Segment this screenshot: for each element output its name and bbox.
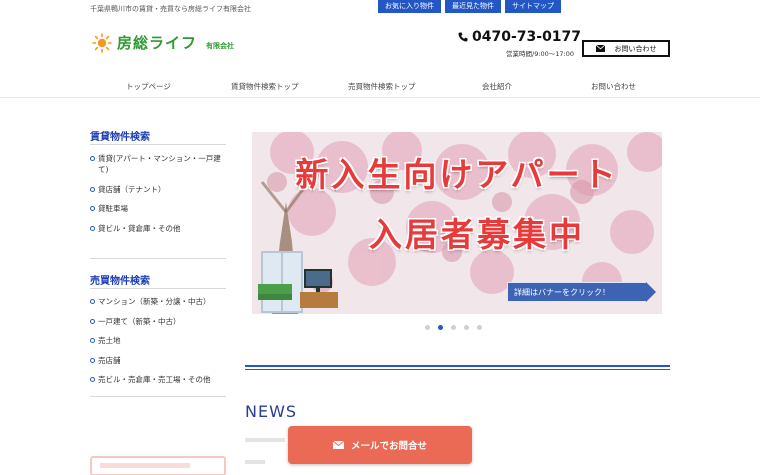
sitemap-link[interactable]: サイトマップ [505,0,561,13]
sale-search-title: 売買物件検索 [90,276,150,287]
faded-banner-bar [100,463,190,468]
logo-subtext: 有限会社 [206,41,235,50]
sun-icon [92,32,112,53]
recently-viewed-link[interactable]: 最近見た物件 [445,0,501,13]
sale-item-land[interactable]: 売土地 [90,335,230,346]
rental-item-residential[interactable]: 賃貸(アパート・マンション・一戸建て) [90,153,230,175]
contact-button-label: お問い合わせ [614,44,657,53]
news-heading: NEWS [245,402,298,421]
banner-headline-1: 新入生向けアパート [295,155,619,194]
carousel-dot-1[interactable] [425,325,430,330]
page: 千葉県鴨川市の賃貸・売買なら房総ライフ有限会社 お気に入り物件 最近見た物件 サ… [0,0,760,475]
news-faded-line [245,460,265,464]
banner-headline-2: 入居者募集中 [369,215,585,254]
favorites-link[interactable]: お気に入り物件 [378,0,441,13]
nav-top[interactable]: トップページ [126,81,171,92]
carousel-dot-2[interactable] [438,325,443,330]
carousel-dot-3[interactable] [451,325,456,330]
phone-icon [458,32,468,42]
rental-item-tenant[interactable]: 貸店舗（テナント） [90,184,230,195]
section-divider-thin [245,369,670,370]
quicklinks-bar: お気に入り物件 最近見た物件 サイトマップ [378,0,561,13]
sale-item-store[interactable]: 売店舗 [90,355,230,366]
mail-button-label: メールでお問合せ [350,441,427,452]
site-tagline: 千葉県鴨川市の賃貸・売買なら房総ライフ有限会社 [90,5,251,13]
sale-item-other[interactable]: 売ビル・売倉庫・売工場・その他 [90,374,230,385]
rental-search-title: 賃貸物件検索 [90,132,150,143]
envelope-icon [332,441,344,449]
divider [90,396,226,397]
sale-item-house[interactable]: 一戸建て（新築・中古） [90,316,230,327]
contact-button[interactable]: お問い合わせ [582,40,670,57]
divider [90,258,226,259]
hero-banner[interactable]: 新入生向けアパート 入居者募集中 詳細はバナーをクリック！ [252,132,662,314]
carousel-dot-4[interactable] [464,325,469,330]
phone-number[interactable]: 0470-73-0177 [458,29,581,45]
mail-icon [595,45,605,52]
banner-cta[interactable]: 詳細はバナーをクリック！ [507,282,656,302]
logo-text: 房総ライフ [117,34,198,52]
carousel-dot-5[interactable] [477,325,482,330]
sale-item-mansion[interactable]: マンション（新築・分譲・中古） [90,296,230,307]
nav-sale-search[interactable]: 売買物件検索トップ [348,81,416,92]
divider [90,144,226,145]
mail-inquiry-button[interactable]: メールでお問合せ [288,426,472,464]
rental-item-other[interactable]: 貸ビル・貸倉庫・その他 [90,223,230,234]
site-logo[interactable]: 房総ライフ 有限会社 [92,32,234,53]
business-hours: 営業時間/9:00〜17:00 [506,50,575,58]
nav-company[interactable]: 会社紹介 [482,81,512,92]
divider [90,288,226,289]
sidebar-faded-banner[interactable] [90,456,226,475]
rental-category-list: 賃貸(アパート・マンション・一戸建て) 貸店舗（テナント） 貸駐車場 貸ビル・貸… [90,153,230,242]
news-faded-line [245,438,285,442]
nav-contact[interactable]: お問い合わせ [591,81,636,92]
rental-item-parking[interactable]: 貸駐車場 [90,203,230,214]
sale-category-list: マンション（新築・分譲・中古） 一戸建て（新築・中古） 売土地 売店舗 売ビル・… [90,296,230,394]
section-divider [245,365,670,367]
phone-text: 0470-73-0177 [472,29,582,45]
carousel-dots [425,325,482,330]
nav-rental-search[interactable]: 賃貸物件検索トップ [231,81,299,92]
main-nav: トップページ 賃貸物件検索トップ 売買物件検索トップ 会社紹介 お問い合わせ [0,76,760,98]
